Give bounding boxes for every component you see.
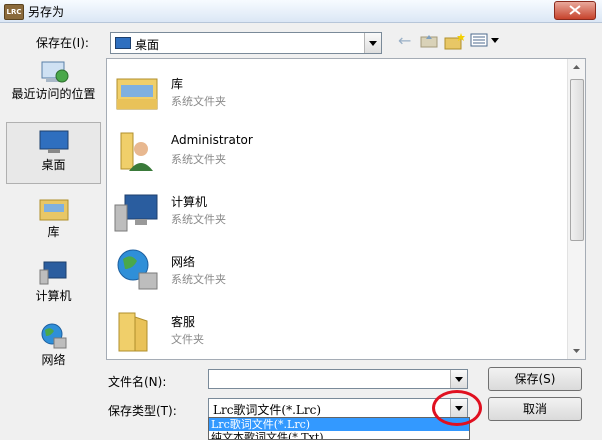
up-folder-icon (420, 35, 438, 48)
window-title: 另存为 (28, 5, 65, 19)
file-type: 系统文件夹 (171, 153, 226, 166)
chevron-down-icon (369, 41, 377, 46)
file-type: 系统文件夹 (171, 273, 226, 286)
file-name: 计算机 (171, 195, 208, 209)
scroll-thumb[interactable] (570, 79, 584, 241)
back-arrow-icon: ← (398, 31, 412, 50)
desktop-icon (39, 130, 68, 153)
up-folder-button[interactable] (420, 32, 438, 52)
save-in-combo[interactable]: 桌面 (110, 32, 382, 54)
network-globe-icon (117, 249, 158, 290)
new-folder-button[interactable] (444, 32, 466, 52)
close-button[interactable] (554, 1, 596, 20)
computer-icon (114, 194, 158, 232)
close-icon (569, 5, 581, 15)
chevron-up-icon (573, 65, 580, 69)
network-globe-icon (41, 323, 66, 349)
file-name: 网络 (171, 255, 196, 269)
recent-places-icon (41, 61, 68, 83)
cancel-button[interactable]: 取消 (488, 397, 582, 421)
list-item[interactable]: 网络 系统文件夹 (113, 243, 413, 299)
file-name-label: 文件名(N): (108, 375, 167, 389)
desktop-icon (115, 37, 131, 49)
folder-icon (118, 312, 148, 352)
save-in-value: 桌面 (135, 38, 160, 52)
save-in-dropdown-arrow[interactable] (364, 33, 381, 53)
file-name: 客服 (171, 315, 196, 329)
library-icon (39, 199, 68, 221)
chevron-down-icon (455, 377, 463, 382)
save-in-label: 保存在(I): (36, 36, 89, 50)
list-item[interactable]: Administrator 系统文件夹 (113, 123, 413, 179)
new-folder-icon (444, 33, 465, 50)
place-label: 最近访问的位置 (11, 87, 96, 101)
vertical-scrollbar[interactable] (567, 59, 585, 359)
scroll-down-button[interactable] (568, 343, 585, 359)
place-label: 网络 (41, 353, 66, 367)
list-item[interactable]: 客服 文件夹 (113, 303, 413, 359)
place-computer[interactable]: 计算机 (6, 260, 101, 312)
lrc-app-icon: LRC (4, 4, 24, 20)
save-button[interactable]: 保存(S) (488, 367, 582, 391)
file-name-input[interactable] (208, 369, 468, 389)
chevron-down-icon (573, 349, 580, 353)
list-item[interactable]: 计算机 系统文件夹 (113, 183, 413, 239)
view-menu-icon (470, 33, 499, 47)
file-type-option-txt[interactable]: 纯文本歌词文件(*.Txt) (209, 431, 469, 439)
annotation-circle (432, 390, 482, 426)
user-folder-icon (120, 132, 153, 171)
file-type: 文件夹 (171, 333, 204, 346)
file-type-label: 保存类型(T): (108, 404, 177, 418)
computer-icon (39, 261, 66, 285)
file-name-dropdown-arrow[interactable] (450, 370, 467, 388)
place-network[interactable]: 网络 (6, 322, 101, 374)
file-list[interactable]: 库 系统文件夹 Administrator 系统文件夹 计算机 系统文件夹 网络… (106, 58, 586, 360)
file-type: 系统文件夹 (171, 213, 226, 226)
title-bar: LRC 另存为 (0, 0, 602, 23)
places-bar: 最近访问的位置 桌面 库 计算机 网络 (6, 58, 101, 436)
file-type-select[interactable]: Lrc歌词文件(*.Lrc) (208, 398, 468, 418)
list-item[interactable]: 库 系统文件夹 (113, 65, 413, 121)
library-folder-icon (116, 78, 158, 110)
file-type: 系统文件夹 (171, 95, 226, 108)
view-menu-button[interactable] (470, 32, 504, 52)
place-label: 桌面 (41, 158, 66, 172)
file-type-dropdown-list[interactable]: Lrc歌词文件(*.Lrc) 纯文本歌词文件(*.Txt) (208, 417, 470, 440)
back-button[interactable]: ← (398, 32, 416, 52)
place-label: 计算机 (35, 289, 72, 303)
place-desktop[interactable]: 桌面 (6, 122, 101, 184)
scroll-up-button[interactable] (568, 59, 585, 75)
file-name: Administrator (171, 133, 253, 147)
place-recent[interactable]: 最近访问的位置 (6, 58, 101, 114)
file-type-value: Lrc歌词文件(*.Lrc) (213, 403, 322, 417)
file-name: 库 (171, 77, 184, 91)
place-libraries[interactable]: 库 (6, 196, 101, 246)
file-type-option-lrc[interactable]: Lrc歌词文件(*.Lrc) (209, 418, 469, 431)
place-label: 库 (47, 225, 60, 239)
